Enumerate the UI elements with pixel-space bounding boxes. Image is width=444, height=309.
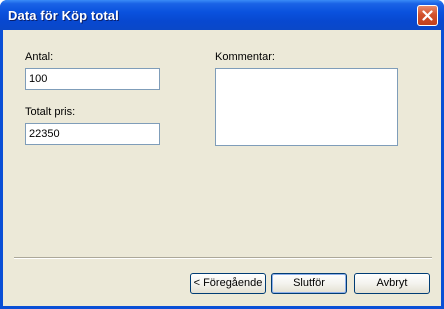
- comment-label: Kommentar:: [215, 51, 275, 63]
- quantity-label: Antal:: [25, 51, 54, 63]
- total-price-label: Totalt pris:: [25, 106, 76, 118]
- dialog-window: Data för Köp total Antal: Totalt pris: K…: [0, 0, 444, 309]
- total-price-field[interactable]: [25, 123, 160, 145]
- dialog-client-area: Antal: Totalt pris: Kommentar: < Föregåe…: [3, 30, 441, 306]
- back-button[interactable]: < Föregående: [190, 273, 266, 294]
- comment-field[interactable]: [215, 68, 398, 146]
- quantity-field[interactable]: [25, 68, 160, 90]
- close-button[interactable]: [417, 5, 438, 26]
- cancel-button[interactable]: Avbryt: [354, 273, 430, 294]
- divider: [14, 257, 432, 259]
- window-title: Data för Köp total: [8, 8, 119, 23]
- finish-button[interactable]: Slutför: [271, 273, 347, 294]
- title-bar[interactable]: Data för Köp total: [0, 0, 444, 30]
